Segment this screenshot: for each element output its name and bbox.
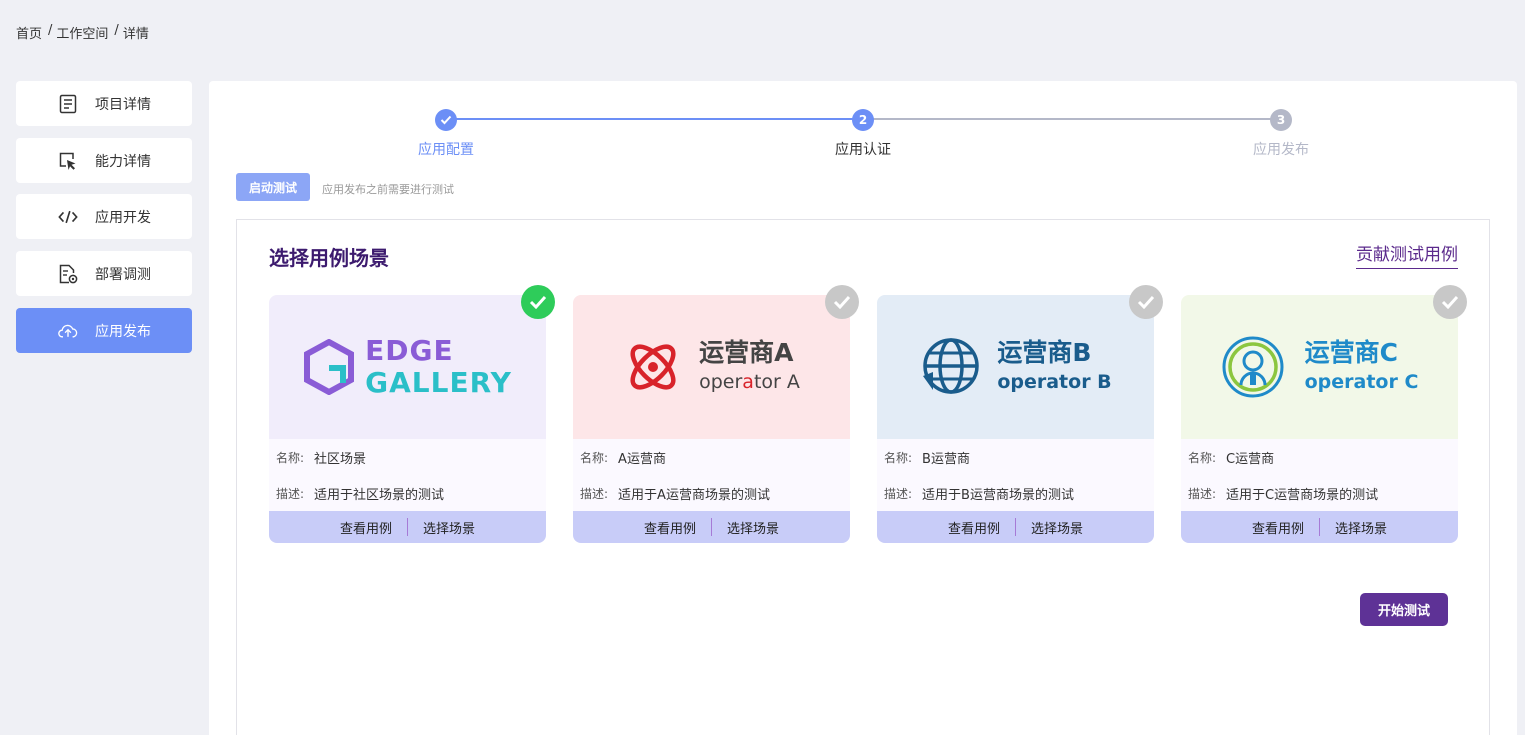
card-name: C运营商 [1226,451,1275,467]
step-connector-done [446,118,864,120]
sidebar-item-label: 应用开发 [95,209,151,226]
panel-title: 选择用例场景 [269,246,389,270]
name-label: 名称: [1188,450,1217,465]
step-connector-pending [864,118,1281,120]
stepper: 应用配置 2 应用认证 3 应用发布 [209,81,1517,171]
desc-label: 描述: [884,486,913,501]
desc-label: 描述: [580,486,609,501]
scenario-card-community[interactable]: EDGE GALLERY 名称: 社区场景 描述: 适用于社区场景的测试 查看用例 … [269,285,555,543]
divider [407,518,408,536]
card-info: 名称: B运营商 描述: 适用于B运营商场景的测试 [877,439,1154,511]
step-1-label: 应用配置 [418,142,474,158]
name-label: 名称: [580,450,609,465]
sidebar-item-label: 项目详情 [95,96,151,113]
operator-c-logo: 运营商C operator C [1181,295,1458,439]
logo-text-en: operator C [1304,371,1419,393]
step-3-label: 应用发布 [1253,142,1309,158]
desc-label: 描述: [276,486,305,501]
card-desc: 适用于C运营商场景的测试 [1226,487,1379,503]
step-3-dot: 3 [1270,109,1292,131]
step-2-label: 应用认证 [835,142,891,158]
unselected-check-icon[interactable] [1433,285,1467,319]
card-actions: 查看用例 选择场景 [269,511,546,543]
step-1-dot [435,109,457,131]
divider [711,518,712,536]
operator-b-logo-icon [923,338,980,394]
card-actions: 查看用例 选择场景 [877,511,1154,543]
card-desc: 适用于A运营商场景的测试 [618,487,770,503]
divider [1015,518,1016,536]
view-case-button[interactable]: 查看用例 [340,518,392,537]
sidebar-item-app-publish[interactable]: 应用发布 [16,308,192,353]
name-label: 名称: [276,450,305,465]
document-icon [58,94,78,114]
step-2-dot: 2 [852,109,874,131]
select-scenario-button[interactable]: 选择场景 [1031,518,1083,537]
cursor-click-icon [58,151,78,171]
card-desc: 适用于社区场景的测试 [314,487,445,503]
card-name: A运营商 [618,451,666,467]
sidebar-item-label: 应用发布 [95,323,151,340]
launch-tip: 应用发布之前需要进行测试 [322,183,454,196]
deploy-debug-icon [58,264,78,284]
card-info: 名称: C运营商 描述: 适用于C运营商场景的测试 [1181,439,1458,511]
breadcrumb-detail: 详情 [122,27,149,42]
sidebar-item-capability-detail[interactable]: 能力详情 [16,138,192,183]
scenario-card-operator-c[interactable]: 运营商C operator C 名称: C运营商 描述: 适用于C运营商场景的测试 … [1181,285,1467,543]
contribute-test-case-link[interactable]: 贡献测试用例 [1356,240,1458,269]
logo-text-gallery: GALLERY [365,366,512,399]
card-info: 名称: A运营商 描述: 适用于A运营商场景的测试 [573,439,850,511]
card-name: B运营商 [922,451,970,467]
edgegallery-logo-icon [304,339,355,395]
logo-text-en: operator B [997,371,1112,393]
name-label: 名称: [884,450,913,465]
breadcrumb: 首页 / 工作空间 / 详情 [16,23,149,42]
logo-text-en: operator A [699,371,800,393]
operator-c-logo-icon [1222,336,1284,398]
divider [1319,518,1320,536]
operator-a-logo: 运营商A operator A [573,295,850,439]
start-test-button[interactable]: 开始测试 [1360,593,1448,626]
scenario-panel: 选择用例场景 贡献测试用例 EDGE GALLERY 名称: 社区场景 描述: 适用… [236,219,1490,735]
view-case-button[interactable]: 查看用例 [948,518,1000,537]
main-content: 应用配置 2 应用认证 3 应用发布 启动测试 应用发布之前需要进行测试 选择用… [209,81,1517,735]
check-icon [440,115,452,125]
logo-text-cn: 运营商A [699,338,794,367]
unselected-check-icon[interactable] [825,285,859,319]
select-scenario-button[interactable]: 选择场景 [423,518,475,537]
select-scenario-button[interactable]: 选择场景 [727,518,779,537]
breadcrumb-separator: / [48,23,53,38]
scenario-card-operator-b[interactable]: 运营商B operator B 名称: B运营商 描述: 适用于B运营商场景的测试 … [877,285,1163,543]
view-case-button[interactable]: 查看用例 [1252,518,1304,537]
operator-b-logo: 运营商B operator B [877,295,1154,439]
sidebar-item-label: 能力详情 [95,153,151,170]
select-scenario-button[interactable]: 选择场景 [1335,518,1387,537]
sidebar-item-app-dev[interactable]: 应用开发 [16,194,192,239]
logo-text-edge: EDGE [365,334,454,367]
launch-test-button[interactable]: 启动测试 [236,173,310,201]
operator-a-logo-icon [630,344,676,390]
sidebar-item-deploy-debug[interactable]: 部署调测 [16,251,192,296]
desc-label: 描述: [1188,486,1217,501]
logo-text-cn: 运营商B [997,338,1092,367]
view-case-button[interactable]: 查看用例 [644,518,696,537]
breadcrumb-home[interactable]: 首页 [16,23,42,42]
edgegallery-logo: EDGE GALLERY [269,295,546,439]
card-desc: 适用于B运营商场景的测试 [922,487,1074,503]
sidebar: 项目详情 能力详情 应用开发 部署调测 应用发布 [16,81,192,365]
sidebar-item-project-detail[interactable]: 项目详情 [16,81,192,126]
unselected-check-icon[interactable] [1129,285,1163,319]
code-icon [58,207,78,227]
logo-text-cn: 运营商C [1304,338,1398,367]
card-actions: 查看用例 选择场景 [573,511,850,543]
card-name: 社区场景 [314,451,367,467]
scenario-card-operator-a[interactable]: 运营商A operator A 名称: A运营商 描述: 适用于A运营商场景的测试 … [573,285,859,543]
breadcrumb-separator: / [114,23,119,38]
card-actions: 查看用例 选择场景 [1181,511,1458,543]
sidebar-item-label: 部署调测 [95,266,151,283]
cloud-upload-icon [58,321,78,341]
card-info: 名称: 社区场景 描述: 适用于社区场景的测试 [269,439,546,511]
selected-check-icon[interactable] [521,285,555,319]
breadcrumb-workspace[interactable]: 工作空间 [56,23,108,42]
